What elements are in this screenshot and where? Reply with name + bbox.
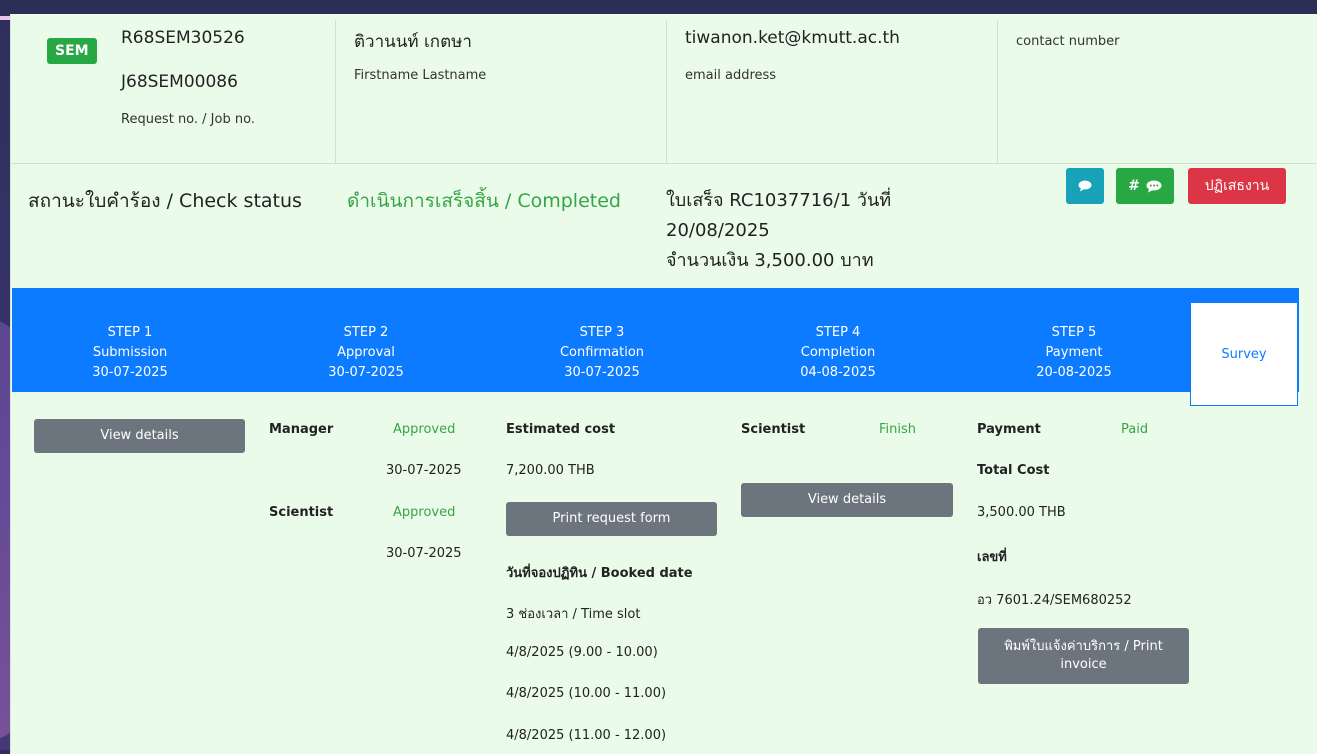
step-number: STEP 2 (343, 325, 389, 340)
step-date: 30-07-2025 (328, 365, 404, 380)
total-cost-value: 3,500.00 THB (977, 505, 1066, 520)
time-slot-item: 4/8/2025 (9.00 - 10.00) (506, 645, 658, 660)
time-slot-item: 4/8/2025 (10.00 - 11.00) (506, 686, 667, 701)
contact-column: contact number (997, 20, 1317, 163)
job-number: J68SEM00086 (121, 72, 238, 92)
scientist-date: 30-07-2025 (386, 546, 462, 561)
request-header: SEM R68SEM30526 J68SEM00086 Request no. … (11, 20, 1317, 164)
email-caption: email address (685, 68, 777, 83)
print-request-form-button[interactable]: Print request form (506, 502, 717, 536)
step-date: 20-08-2025 (1036, 365, 1112, 380)
status-value: ดำเนินการเสร็จสิ้น / Completed (347, 190, 621, 212)
survey-link[interactable]: Survey (1190, 302, 1298, 406)
estimated-cost-label: Estimated cost (506, 422, 616, 437)
step-submission[interactable]: STEP 1 Submission 30-07-2025 (12, 302, 248, 406)
view-details-button[interactable]: View details (34, 419, 245, 453)
step-name: Confirmation (559, 345, 645, 360)
step-approval[interactable]: STEP 2 Approval 30-07-2025 (248, 302, 484, 406)
reject-button[interactable]: ปฏิเสธงาน (1188, 168, 1286, 204)
hash-label: # (1128, 178, 1140, 194)
scientist-status: Approved (393, 505, 456, 520)
comment-dots-icon (1146, 180, 1162, 192)
scientist-completion-label: Scientist (741, 422, 806, 437)
time-slot-item: 4/8/2025 (11.00 - 12.00) (506, 728, 667, 743)
step-name: Approval (337, 345, 395, 360)
manager-status: Approved (393, 422, 456, 437)
chat-button[interactable] (1066, 168, 1104, 204)
manager-label: Manager (269, 422, 334, 437)
print-invoice-button[interactable]: พิมพ์ใบแจ้งค่าบริการ / Print invoice (978, 628, 1189, 684)
step-date: 30-07-2025 (564, 365, 640, 380)
document-number-value: อว 7601.24/SEM680252 (977, 593, 1132, 608)
scientist-label: Scientist (269, 505, 334, 520)
step-confirmation[interactable]: STEP 3 Confirmation 30-07-2025 (484, 302, 720, 406)
step-number: STEP 3 (579, 325, 625, 340)
booked-date-label: วันที่จองปฏิทิน / Booked date (506, 566, 693, 581)
document-number-label: เลขที่ (977, 550, 1007, 565)
email-value: tiwanon.ket@kmutt.ac.th (685, 28, 900, 48)
status-label: สถานะใบคำร้อง / Check status (28, 190, 302, 212)
step-name: Completion (800, 345, 876, 360)
step-number: STEP 4 (815, 325, 861, 340)
scientist-completion-status: Finish (879, 422, 917, 437)
receipt-number: ใบเสร็จ RC1037716/1 วันที่ (666, 190, 892, 211)
step-number: STEP 5 (1051, 325, 1097, 340)
total-cost-label: Total Cost (977, 463, 1050, 478)
chat-icon (1078, 180, 1092, 192)
name-caption: Firstname Lastname (354, 68, 487, 83)
step-name: Submission (92, 345, 168, 360)
request-caption: Request no. / Job no. (121, 112, 255, 127)
request-number: R68SEM30526 (121, 28, 245, 48)
view-details-completion-button[interactable]: View details (741, 483, 953, 517)
manager-date: 30-07-2025 (386, 463, 462, 478)
name-column: ติวานนท์ เกตษา Firstname Lastname (335, 20, 667, 163)
payment-status: Paid (1121, 422, 1149, 437)
sem-badge: SEM (47, 38, 97, 64)
step-date: 30-07-2025 (92, 365, 168, 380)
step-payment[interactable]: STEP 5 Payment 20-08-2025 (956, 302, 1192, 406)
payment-label: Payment (977, 422, 1041, 437)
receipt-date: 20/08/2025 (666, 220, 770, 241)
step-completion[interactable]: STEP 4 Completion 04-08-2025 (720, 302, 956, 406)
step-number: STEP 1 (107, 325, 153, 340)
request-info-column: SEM R68SEM30526 J68SEM00086 Request no. … (11, 20, 335, 163)
time-slot-count: 3 ช่องเวลา / Time slot (506, 607, 641, 622)
estimated-cost-value: 7,200.00 THB (506, 463, 595, 478)
full-name: ติวานนท์ เกตษา (354, 32, 472, 52)
receipt-info: ใบเสร็จ RC1037716/1 วันที่ 20/08/2025 จำ… (666, 186, 926, 276)
email-column: tiwanon.ket@kmutt.ac.th email address (666, 20, 998, 163)
contact-caption: contact number (1016, 34, 1120, 49)
step-name: Payment (1045, 345, 1103, 360)
step-date: 04-08-2025 (800, 365, 876, 380)
receipt-amount: จำนวนเงิน 3,500.00 บาท (666, 250, 874, 271)
hash-comment-button[interactable]: # (1116, 168, 1174, 204)
